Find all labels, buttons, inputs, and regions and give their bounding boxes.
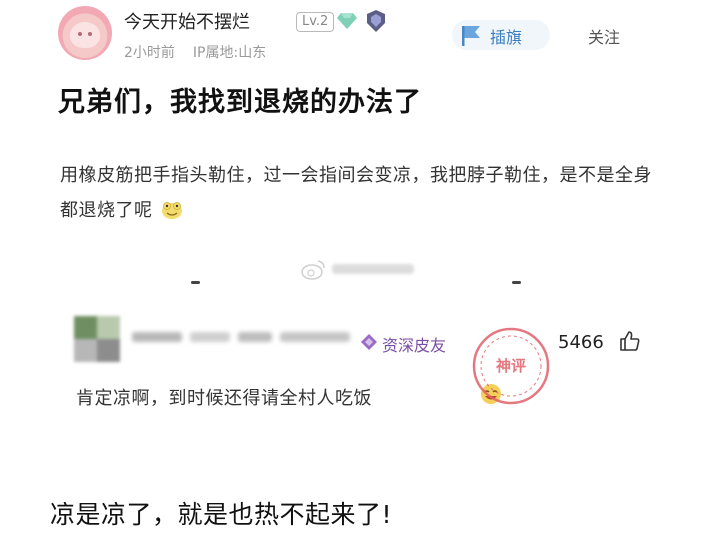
stamp-text: 神评 xyxy=(496,357,526,375)
flag-icon xyxy=(462,26,480,46)
avatar-eye-right xyxy=(88,32,92,36)
divider-tick xyxy=(512,281,521,284)
vip-icon xyxy=(361,334,377,350)
comment-rank-label: 资深皮友 xyxy=(382,336,447,355)
post-ip-location: IP属地:山东 xyxy=(192,45,267,61)
level-badge: Lv.2 xyxy=(296,12,335,32)
post-time: 2小时前 xyxy=(124,45,175,61)
post-username[interactable]: 今天开始不摆烂 xyxy=(124,8,250,34)
medal-icon xyxy=(367,10,385,32)
emoji-icon xyxy=(161,202,182,219)
like-count: 5466 xyxy=(558,332,604,353)
comment: 资深皮友 5466 肯定凉啊，到时候还得请全村人吃饭 xyxy=(0,312,720,422)
flag-button-label: 插旗 xyxy=(490,28,523,47)
weibo-icon xyxy=(301,260,325,280)
hot-comment-stamp: 神评 xyxy=(472,327,550,405)
post-body-text: 用橡皮筋把手指头勒住，过一会指间会变凉，我把脖子勒住，是不是全身都退烧了呢 xyxy=(60,165,652,221)
thumbs-up-icon[interactable] xyxy=(618,329,642,353)
caption: 凉是凉了，就是也热不起来了! xyxy=(50,500,393,529)
comment-rank-badge: 资深皮友 xyxy=(360,332,446,356)
post-title: 兄弟们，我找到退烧的办法了 xyxy=(58,87,422,118)
flag-button[interactable]: 插旗 xyxy=(452,20,550,50)
gem-icon xyxy=(337,13,357,29)
avatar-face xyxy=(70,22,100,48)
follow-button[interactable]: 关注 xyxy=(588,24,620,48)
post-meta: 2小时前 IP属地:山东 xyxy=(124,42,284,62)
user-avatar[interactable] xyxy=(58,6,112,60)
watermark-blurred-text xyxy=(332,264,414,274)
comment-text: 肯定凉啊，到时候还得请全村人吃饭 xyxy=(76,388,372,409)
comment-username-blurred[interactable] xyxy=(132,326,350,350)
post-body: 用橡皮筋把手指头勒住，过一会指间会变凉，我把脖子勒住，是不是全身都退烧了呢 xyxy=(60,158,660,228)
divider-tick xyxy=(191,281,200,284)
avatar-eye-left xyxy=(78,32,82,36)
post-header: 今天开始不摆烂 Lv.2 2小时前 IP属地:山东 插旗 关注 xyxy=(0,0,720,70)
comment-avatar-pixelated[interactable] xyxy=(74,316,120,362)
